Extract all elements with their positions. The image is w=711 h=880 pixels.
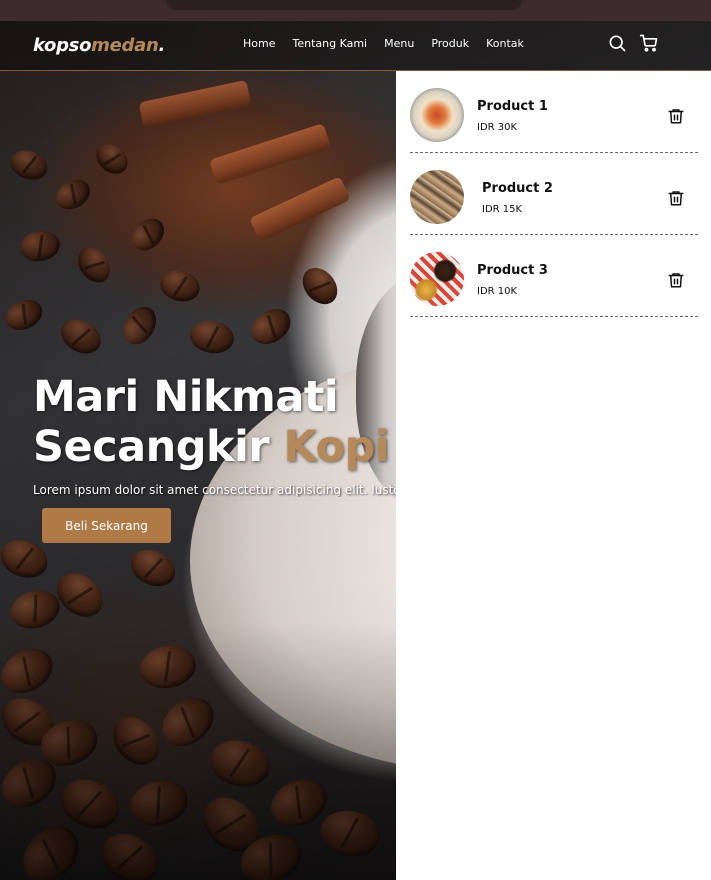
hero-subtitle: Lorem ipsum dolor sit amet consectetur a… <box>33 483 401 497</box>
nav-link-menu[interactable]: Menu <box>384 37 414 50</box>
cart-item: Product 2 IDR 15K <box>410 153 698 235</box>
browser-address-pill <box>166 0 522 10</box>
buy-now-button[interactable]: Beli Sekarang <box>42 508 171 543</box>
cart-item-price: IDR 30K <box>477 122 518 133</box>
trash-icon[interactable] <box>667 188 685 208</box>
product-thumbnail <box>410 252 464 306</box>
nav-link-home[interactable]: Home <box>243 37 275 50</box>
product-thumbnail <box>410 170 464 224</box>
logo-dot: . <box>158 35 166 56</box>
cart-item-name: Product 2 <box>482 181 553 196</box>
cart-item-price: IDR 10K <box>477 286 518 297</box>
hero-title: Mari Nikmati Secangkir Kopi <box>33 372 390 472</box>
cart-item-name: Product 3 <box>477 263 548 278</box>
nav-link-produk[interactable]: Produk <box>431 37 469 50</box>
cart-item: Product 1 IDR 30K <box>410 71 698 153</box>
hero-title-line1: Mari Nikmati <box>33 372 339 422</box>
product-thumbnail <box>410 88 464 142</box>
nav-icons <box>607 33 659 53</box>
logo-main-text: kopso <box>33 35 92 56</box>
hero-title-accent: Kopi <box>283 422 390 472</box>
trash-icon[interactable] <box>667 270 685 290</box>
shopping-cart-icon[interactable] <box>639 33 659 53</box>
nav-link-kontak[interactable]: Kontak <box>486 37 524 50</box>
nav-links: Home Tentang Kami Menu Produk Kontak <box>243 37 541 50</box>
shopping-cart-panel: Product 1 IDR 30K Product 2 IDR 15K Prod… <box>396 71 711 880</box>
nav-link-tentang-kami[interactable]: Tentang Kami <box>292 37 367 50</box>
logo-accent-text: medan <box>91 35 159 56</box>
hero-title-line2-prefix: Secangkir <box>33 422 284 472</box>
trash-icon[interactable] <box>667 106 685 126</box>
cart-item-price: IDR 15K <box>482 204 523 215</box>
cart-item: Product 3 IDR 10K <box>410 235 698 317</box>
brand-logo[interactable]: kopsomedan. <box>33 35 165 56</box>
cart-item-name: Product 1 <box>477 99 548 114</box>
browser-chrome <box>0 0 711 21</box>
navbar: kopsomedan. Home Tentang Kami Menu Produ… <box>0 21 711 71</box>
search-icon[interactable] <box>607 33 627 53</box>
